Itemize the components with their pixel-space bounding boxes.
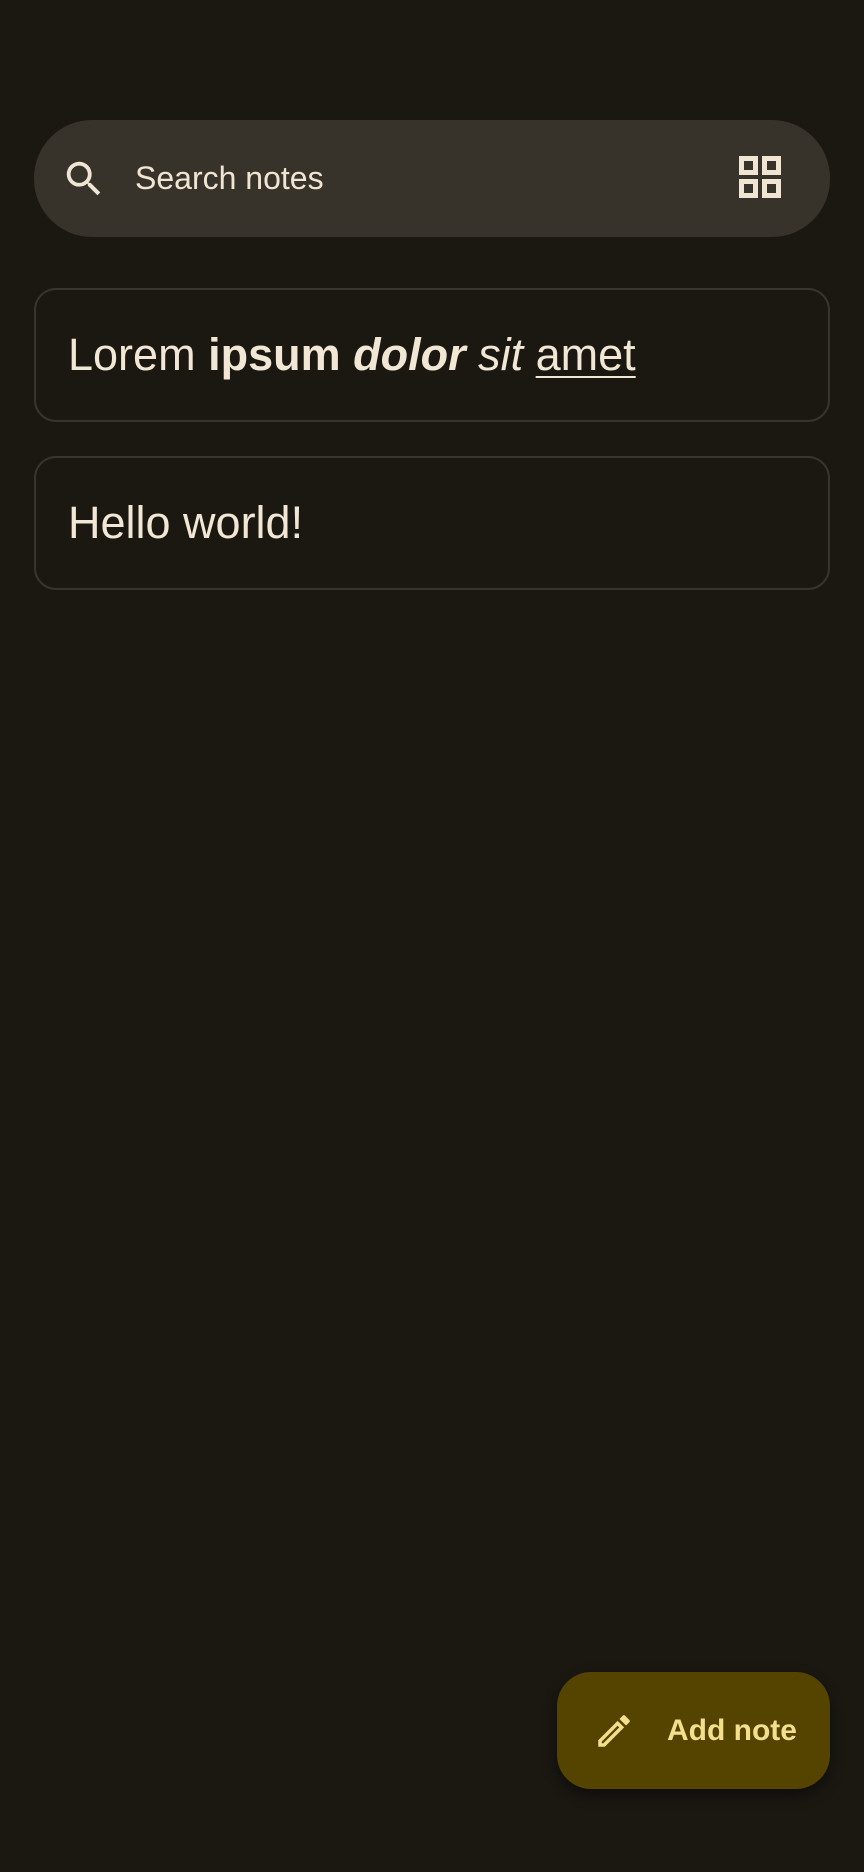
note-space [523,329,536,380]
note-space [196,329,209,380]
search-bar[interactable]: Search notes [34,120,830,237]
note-word: Lorem [68,329,196,380]
note-word-bold-italic: dolor [353,329,466,380]
note-space [341,329,354,380]
note-word: Hello world! [68,497,304,548]
grid-view-icon [739,155,781,203]
note-text: Lorem ipsum dolor sit amet [68,290,636,420]
grid-view-toggle-button[interactable] [733,152,787,206]
search-icon [61,156,107,202]
pencil-icon [593,1710,635,1752]
note-word-underline: amet [535,329,636,380]
search-input[interactable]: Search notes [135,120,324,237]
note-card[interactable]: Lorem ipsum dolor sit amet [34,288,830,422]
add-note-button[interactable]: Add note [557,1672,830,1789]
add-note-label: Add note [667,1714,797,1747]
note-card[interactable]: Hello world! [34,456,830,590]
note-word-bold: ipsum [208,329,341,380]
note-text: Hello world! [68,458,303,588]
note-word-italic: sit [478,329,524,380]
note-space [466,329,479,380]
notes-screen: Search notes Lorem ipsum dolor sit amet … [0,0,864,1872]
